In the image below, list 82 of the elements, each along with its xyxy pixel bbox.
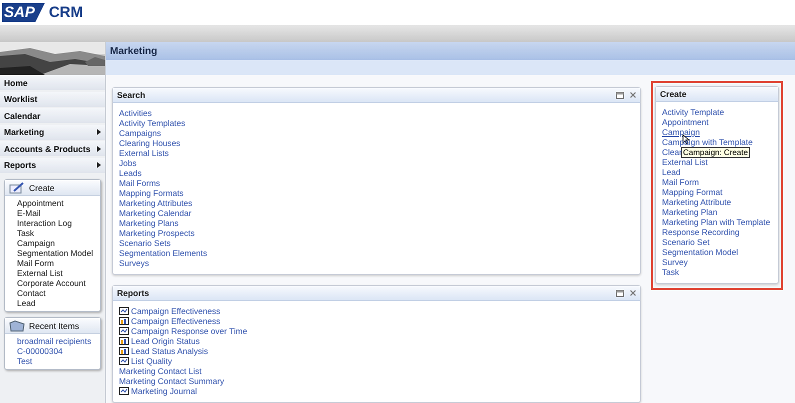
box-title: Create <box>29 182 55 192</box>
recent-item-link[interactable]: broadmail recipients <box>17 336 100 346</box>
page-title: Marketing <box>106 42 795 60</box>
create-link[interactable]: Marketing Plan with Template <box>662 217 770 227</box>
search-link[interactable]: Mail Forms <box>119 178 160 188</box>
tooltip: Campaign: Create <box>681 147 750 158</box>
report-link[interactable]: List Quality <box>131 356 172 366</box>
search-link[interactable]: Surveys <box>119 258 149 268</box>
create-link[interactable]: External List <box>17 268 100 278</box>
line-chart-icon <box>119 387 129 395</box>
create-link[interactable]: Appointment <box>662 117 709 127</box>
nav-item[interactable]: Marketing <box>0 124 105 140</box>
create-link[interactable]: Task <box>662 267 680 277</box>
recent-item-link[interactable]: Test <box>17 356 100 366</box>
report-link[interactable]: Campaign Effectiveness <box>131 306 220 316</box>
create-link[interactable]: Interaction Log <box>17 218 100 228</box>
search-link[interactable]: Activities <box>119 108 152 118</box>
create-link[interactable]: Campaign <box>662 127 700 137</box>
box-title: Recent Items <box>29 320 80 330</box>
product-name: CRM <box>48 4 84 21</box>
create-link[interactable]: Appointment <box>17 198 100 208</box>
report-link[interactable]: Campaign Response over Time <box>131 326 248 336</box>
search-link[interactable]: Scenario Sets <box>119 238 171 248</box>
search-link[interactable]: External Lists <box>119 148 169 158</box>
search-link[interactable]: Leads <box>119 168 142 178</box>
panel-title: Search <box>117 90 146 100</box>
create-link[interactable]: Campaign <box>17 238 100 248</box>
report-link[interactable]: Lead Status Analysis <box>131 346 208 356</box>
create-link[interactable]: E-Mail <box>17 208 100 218</box>
create-link[interactable]: Marketing Plan <box>662 207 718 217</box>
panel-title: Reports <box>117 288 150 298</box>
line-chart-icon <box>119 357 129 365</box>
nav-item[interactable]: Reports <box>0 158 105 172</box>
create-link[interactable]: Corporate Account <box>17 278 100 288</box>
line-chart-icon <box>119 307 129 315</box>
bar-chart-icon <box>119 337 129 345</box>
search-link[interactable]: Campaigns <box>119 128 161 138</box>
create-link[interactable]: Activity Template <box>662 107 724 117</box>
nav-item[interactable]: Accounts & Products <box>0 141 105 156</box>
search-link[interactable]: Activity Templates <box>119 118 186 128</box>
search-link[interactable]: Mapping Formats <box>119 188 184 198</box>
close-icon[interactable] <box>630 290 636 296</box>
line-chart-icon <box>119 327 129 335</box>
nav-item[interactable]: Calendar <box>0 108 105 123</box>
report-link[interactable]: Marketing Journal <box>131 386 197 396</box>
create-link[interactable]: Contact <box>17 288 100 298</box>
create-link[interactable]: Marketing Attribute <box>662 197 732 207</box>
nav-item[interactable]: Home <box>0 75 105 90</box>
create-link[interactable]: Segmentation Model <box>662 247 738 257</box>
report-link[interactable]: Marketing Contact Summary <box>119 376 224 386</box>
minimize-icon[interactable] <box>616 290 624 296</box>
search-link[interactable]: Segmentation Elements <box>119 248 208 258</box>
report-link[interactable]: Lead Origin Status <box>131 336 200 346</box>
pencil-icon <box>9 182 25 194</box>
create-link[interactable]: Lead <box>662 167 680 177</box>
create-link[interactable]: Mail Form <box>17 258 100 268</box>
logo: SAP <box>2 3 45 22</box>
create-link[interactable]: Scenario Set <box>662 237 710 247</box>
bar-chart-icon <box>119 347 129 355</box>
create-link[interactable]: Task <box>17 228 100 238</box>
create-link[interactable]: Mail Form <box>662 177 699 187</box>
create-link[interactable]: Segmentation Model <box>17 248 100 258</box>
search-link[interactable]: Marketing Calendar <box>119 208 192 218</box>
create-link[interactable]: External List <box>662 157 708 167</box>
create-link[interactable]: Lead <box>17 298 100 308</box>
create-link[interactable]: Survey <box>662 257 688 267</box>
folder-icon <box>9 320 25 332</box>
bar-chart-icon <box>119 317 129 325</box>
recent-item-link[interactable]: C-00000304 <box>17 346 100 356</box>
search-link[interactable]: Marketing Prospects <box>119 228 195 238</box>
search-link[interactable]: Marketing Plans <box>119 218 178 228</box>
minimize-icon[interactable] <box>616 92 624 98</box>
create-link[interactable]: Mapping Format <box>662 187 722 197</box>
search-link[interactable]: Clearing Houses <box>119 138 180 148</box>
report-link[interactable]: Marketing Contact List <box>119 366 202 376</box>
nav-item[interactable]: Worklist <box>0 92 105 106</box>
close-icon[interactable] <box>630 92 636 98</box>
report-link[interactable]: Campaign Effectiveness <box>131 316 220 326</box>
panel-title: Create <box>660 89 686 99</box>
search-link[interactable]: Marketing Attributes <box>119 198 192 208</box>
search-link[interactable]: Jobs <box>119 158 137 168</box>
create-link[interactable]: Response Recording <box>662 227 740 237</box>
